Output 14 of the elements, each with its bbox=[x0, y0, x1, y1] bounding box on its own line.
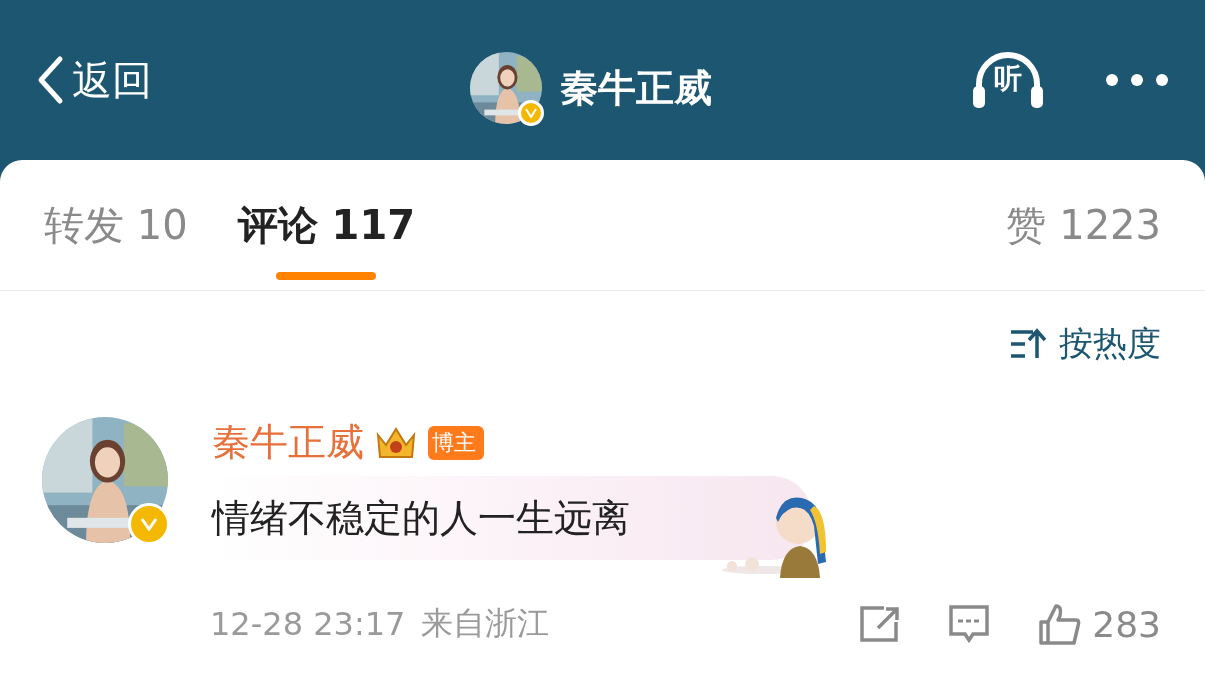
comment-location: 来自浙江 bbox=[421, 603, 550, 644]
tab[interactable]: 评论 117 bbox=[237, 160, 416, 290]
blogger-badge: 博主 bbox=[428, 425, 484, 460]
share-button[interactable] bbox=[860, 606, 901, 642]
comment-text: 情绪不稳定的人一生远离 bbox=[212, 494, 630, 542]
comment-time: 12-28 23:17 bbox=[210, 605, 406, 643]
comment-button[interactable] bbox=[948, 604, 991, 644]
window-title: 秦牛正威 bbox=[560, 64, 712, 112]
thumbs-up-icon bbox=[1038, 602, 1083, 646]
sort-icon bbox=[1009, 328, 1047, 360]
sort-button[interactable]: 按热度 bbox=[1009, 321, 1161, 367]
more-icon[interactable] bbox=[1105, 73, 1169, 87]
back-button[interactable]: 返回 bbox=[36, 52, 152, 108]
listen-button[interactable]: 听 bbox=[971, 48, 1045, 112]
